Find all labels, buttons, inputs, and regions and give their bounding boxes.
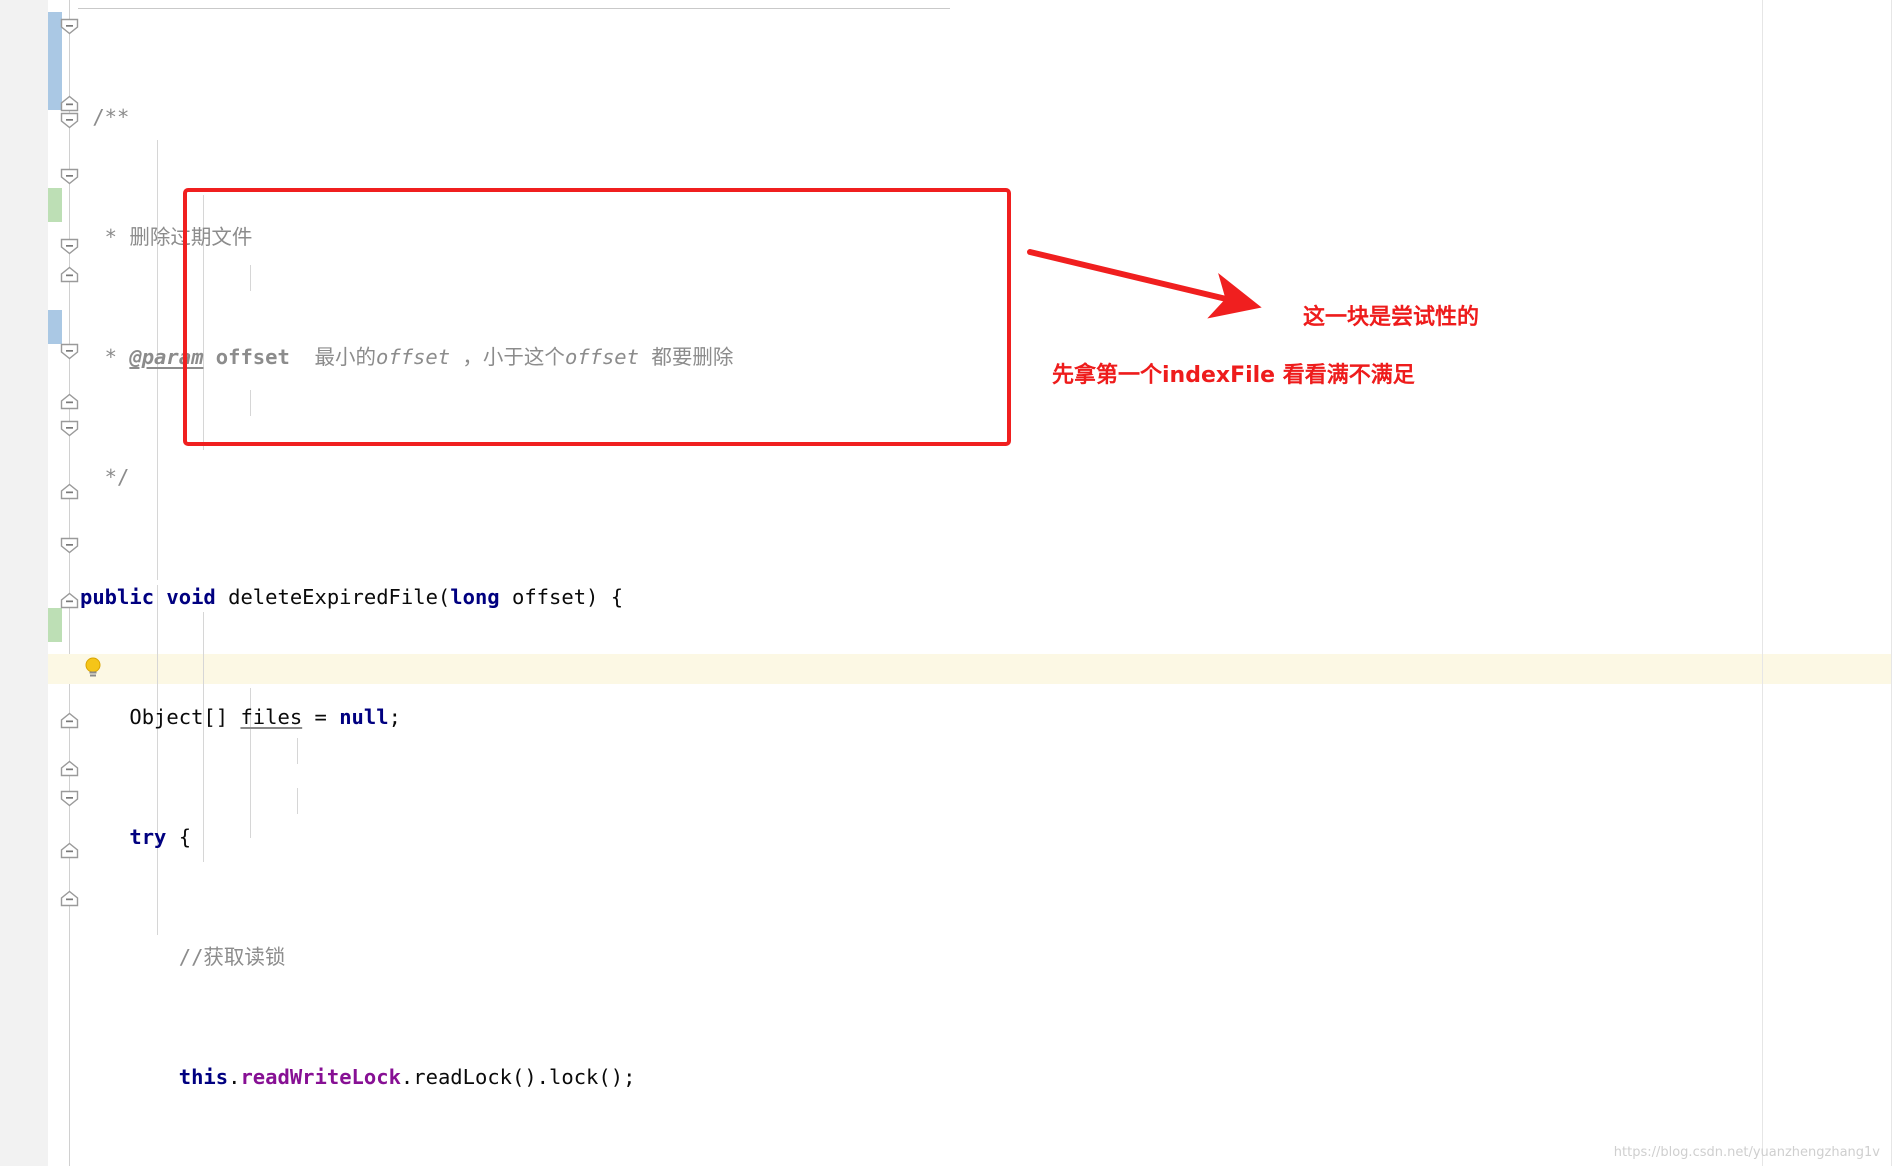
code-editor-area[interactable]: /** * 删除过期文件 * @param offset 最小的offset ，… [0,0,1892,1166]
editor-right-margin-rule [1762,0,1763,1166]
code-line-declare-files[interactable]: Object[] files = null; [80,702,1480,732]
code-line-try-open[interactable]: try { [80,822,1480,852]
code-line-javadoc-close[interactable]: */ [80,462,1480,492]
note-tentative: 这一块是尝试性的 [1303,305,1480,330]
editor-screenshot-root: /** * 删除过期文件 * @param offset 最小的offset ，… [0,0,1892,1166]
code-line-javadoc-summary[interactable]: * 删除过期文件 [80,222,1480,252]
source-code-text[interactable]: /** * 删除过期文件 * @param offset 最小的offset ，… [80,12,1480,1166]
code-line-comment-read-lock[interactable]: //获取读锁 [80,942,1480,972]
image-watermark: https://blog.csdn.net/yuanzhengzhang1v [1613,1145,1880,1160]
code-line-readlock-lock[interactable]: this.readWriteLock.readLock().lock(); [80,1062,1480,1092]
code-line-javadoc-open[interactable]: /** [80,102,1480,132]
note-first-indexfile: 先拿第一个indexFile 看看满不满足 [1052,363,1415,388]
code-line-method-signature[interactable]: public void deleteExpiredFile(long offse… [80,582,1480,612]
